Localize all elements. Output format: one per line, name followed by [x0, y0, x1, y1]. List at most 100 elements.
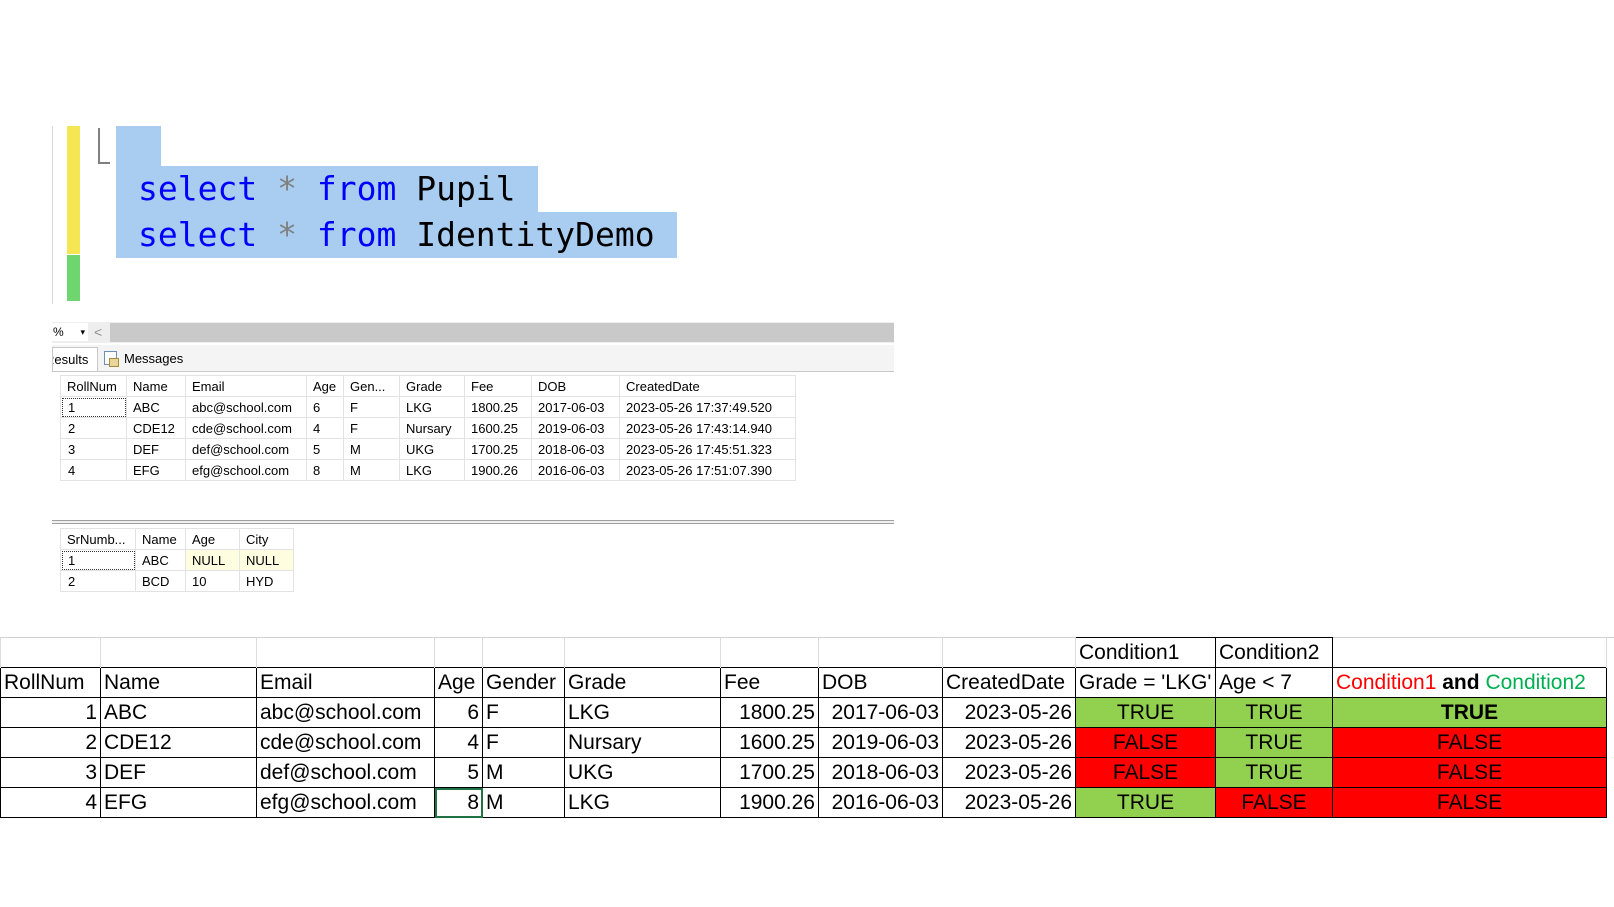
column-header[interactable]: Name	[126, 375, 186, 397]
sheet-cell[interactable]: Grade	[564, 667, 721, 698]
sheet-cell[interactable]: F	[482, 727, 565, 758]
grid-cell[interactable]: efg@school.com	[185, 459, 307, 481]
column-header[interactable]: Email	[185, 375, 307, 397]
column-header[interactable]: DOB	[531, 375, 620, 397]
sheet-cell[interactable]	[942, 637, 1076, 668]
sheet-cell[interactable]	[818, 637, 943, 668]
sheet-cell[interactable]: LKG	[564, 697, 721, 728]
sheet-cell[interactable]: TRUE	[1075, 787, 1216, 818]
sheet-cell[interactable]	[434, 637, 483, 668]
sheet-cell[interactable]: RollNum	[0, 667, 101, 698]
sheet-cell[interactable]: DEF	[100, 757, 257, 788]
column-header[interactable]: Grade	[399, 375, 465, 397]
active-sheet-cell[interactable]: 8	[434, 787, 483, 818]
grid-cell[interactable]: HYD	[239, 570, 294, 592]
sheet-cell[interactable]: ABC	[100, 697, 257, 728]
sheet-cell[interactable]: TRUE	[1215, 697, 1333, 728]
sheet-cell[interactable]: def@school.com	[256, 757, 435, 788]
column-header[interactable]: CreatedDate	[619, 375, 796, 397]
grid-cell[interactable]: ABC	[135, 549, 186, 571]
sheet-cell[interactable]	[256, 637, 435, 668]
sheet-cell[interactable]: DOB	[818, 667, 943, 698]
sheet-cell[interactable]	[100, 637, 257, 668]
grid-cell[interactable]: DEF	[126, 438, 186, 460]
grid-cell[interactable]: 4	[60, 459, 127, 481]
sheet-cell[interactable]: 2018-06-03	[818, 757, 943, 788]
grid-cell[interactable]: BCD	[135, 570, 186, 592]
horizontal-scrollbar[interactable]	[110, 323, 894, 342]
sheet-cell[interactable]	[482, 637, 565, 668]
sheet-cell[interactable]: FALSE	[1075, 757, 1216, 788]
sheet-cell[interactable]: 1900.26	[720, 787, 819, 818]
grid-cell[interactable]: 2023-05-26 17:43:14.940	[619, 417, 796, 439]
grid-cell[interactable]: 1	[60, 396, 127, 418]
grid-cell[interactable]: 1700.25	[464, 438, 532, 460]
sheet-cell[interactable]: 2	[0, 727, 101, 758]
sheet-cell[interactable]: CDE12	[100, 727, 257, 758]
grid-cell[interactable]: F	[343, 417, 400, 439]
sheet-cell[interactable]	[564, 637, 721, 668]
grid-splitter[interactable]	[52, 520, 894, 524]
sheet-cell[interactable]: Gender	[482, 667, 565, 698]
sheet-cell[interactable]: 5	[434, 757, 483, 788]
column-header[interactable]: Age	[306, 375, 344, 397]
grid-cell[interactable]: F	[343, 396, 400, 418]
grid-cell[interactable]: 4	[306, 417, 344, 439]
grid-cell[interactable]: 1900.26	[464, 459, 532, 481]
sheet-cell[interactable]	[720, 637, 819, 668]
grid-cell[interactable]: 10	[185, 570, 240, 592]
sheet-cell[interactable]: Condition2	[1215, 637, 1333, 668]
sheet-cell[interactable]: FALSE	[1332, 757, 1607, 788]
grid-cell[interactable]: NULL	[185, 549, 240, 571]
grid-cell[interactable]: 1	[60, 549, 136, 571]
sheet-cell[interactable]: 4	[0, 787, 101, 818]
grid-cell[interactable]: cde@school.com	[185, 417, 307, 439]
sheet-cell[interactable]: 2019-06-03	[818, 727, 943, 758]
sheet-cell[interactable]: M	[482, 787, 565, 818]
outline-bracket-icon[interactable]	[98, 128, 110, 164]
sheet-cell[interactable]: 2023-05-26	[942, 787, 1076, 818]
grid-cell[interactable]: 6	[306, 396, 344, 418]
sheet-cell[interactable]: FALSE	[1332, 787, 1607, 818]
sheet-cell[interactable]	[0, 637, 101, 668]
sheet-cell[interactable]: Grade = 'LKG'	[1075, 667, 1216, 698]
sheet-cell[interactable]: 2023-05-26	[942, 757, 1076, 788]
grid-cell[interactable]: 2023-05-26 17:51:07.390	[619, 459, 796, 481]
sheet-cell[interactable]: 1	[0, 697, 101, 728]
sheet-cell[interactable]: FALSE	[1075, 727, 1216, 758]
sheet-cell[interactable]: FALSE	[1332, 727, 1607, 758]
column-header[interactable]: Age	[185, 528, 240, 550]
code-line-2[interactable]: select * from IdentityDemo	[116, 212, 677, 258]
grid-cell[interactable]: M	[343, 459, 400, 481]
grid-cell[interactable]: 5	[306, 438, 344, 460]
sheet-cell[interactable]: UKG	[564, 757, 721, 788]
sheet-cell[interactable]: 3	[0, 757, 101, 788]
grid-cell[interactable]: M	[343, 438, 400, 460]
grid-cell[interactable]: NULL	[239, 549, 294, 571]
grid-cell[interactable]: 2023-05-26 17:45:51.323	[619, 438, 796, 460]
sheet-cell[interactable]: TRUE	[1215, 727, 1333, 758]
column-header[interactable]: RollNum	[60, 375, 127, 397]
code-line-1[interactable]: select * from Pupil	[116, 166, 538, 212]
scroll-left-icon[interactable]: <	[94, 323, 102, 341]
grid-cell[interactable]: def@school.com	[185, 438, 307, 460]
column-header[interactable]: Gen...	[343, 375, 400, 397]
grid-cell[interactable]: 2019-06-03	[531, 417, 620, 439]
column-header[interactable]: City	[239, 528, 294, 550]
sheet-cell[interactable]: Age	[434, 667, 483, 698]
sheet-cell[interactable]: FALSE	[1215, 787, 1333, 818]
sheet-cell[interactable]: Nursary	[564, 727, 721, 758]
grid-cell[interactable]: LKG	[399, 459, 465, 481]
grid-cell[interactable]: 1600.25	[464, 417, 532, 439]
sheet-cell[interactable]	[1332, 637, 1607, 668]
grid-cell[interactable]: abc@school.com	[185, 396, 307, 418]
tab-messages[interactable]: Messages	[102, 347, 183, 370]
grid-cell[interactable]: CDE12	[126, 417, 186, 439]
sheet-cell[interactable]: TRUE	[1215, 757, 1333, 788]
sheet-cell[interactable]: TRUE	[1075, 697, 1216, 728]
sheet-cell[interactable]: 2023-05-26	[942, 727, 1076, 758]
sheet-cell[interactable]: TRUE	[1332, 697, 1607, 728]
sheet-cell[interactable]: Age < 7	[1215, 667, 1333, 698]
sheet-cell[interactable]: 2023-05-26	[942, 697, 1076, 728]
sheet-cell[interactable]: 2016-06-03	[818, 787, 943, 818]
